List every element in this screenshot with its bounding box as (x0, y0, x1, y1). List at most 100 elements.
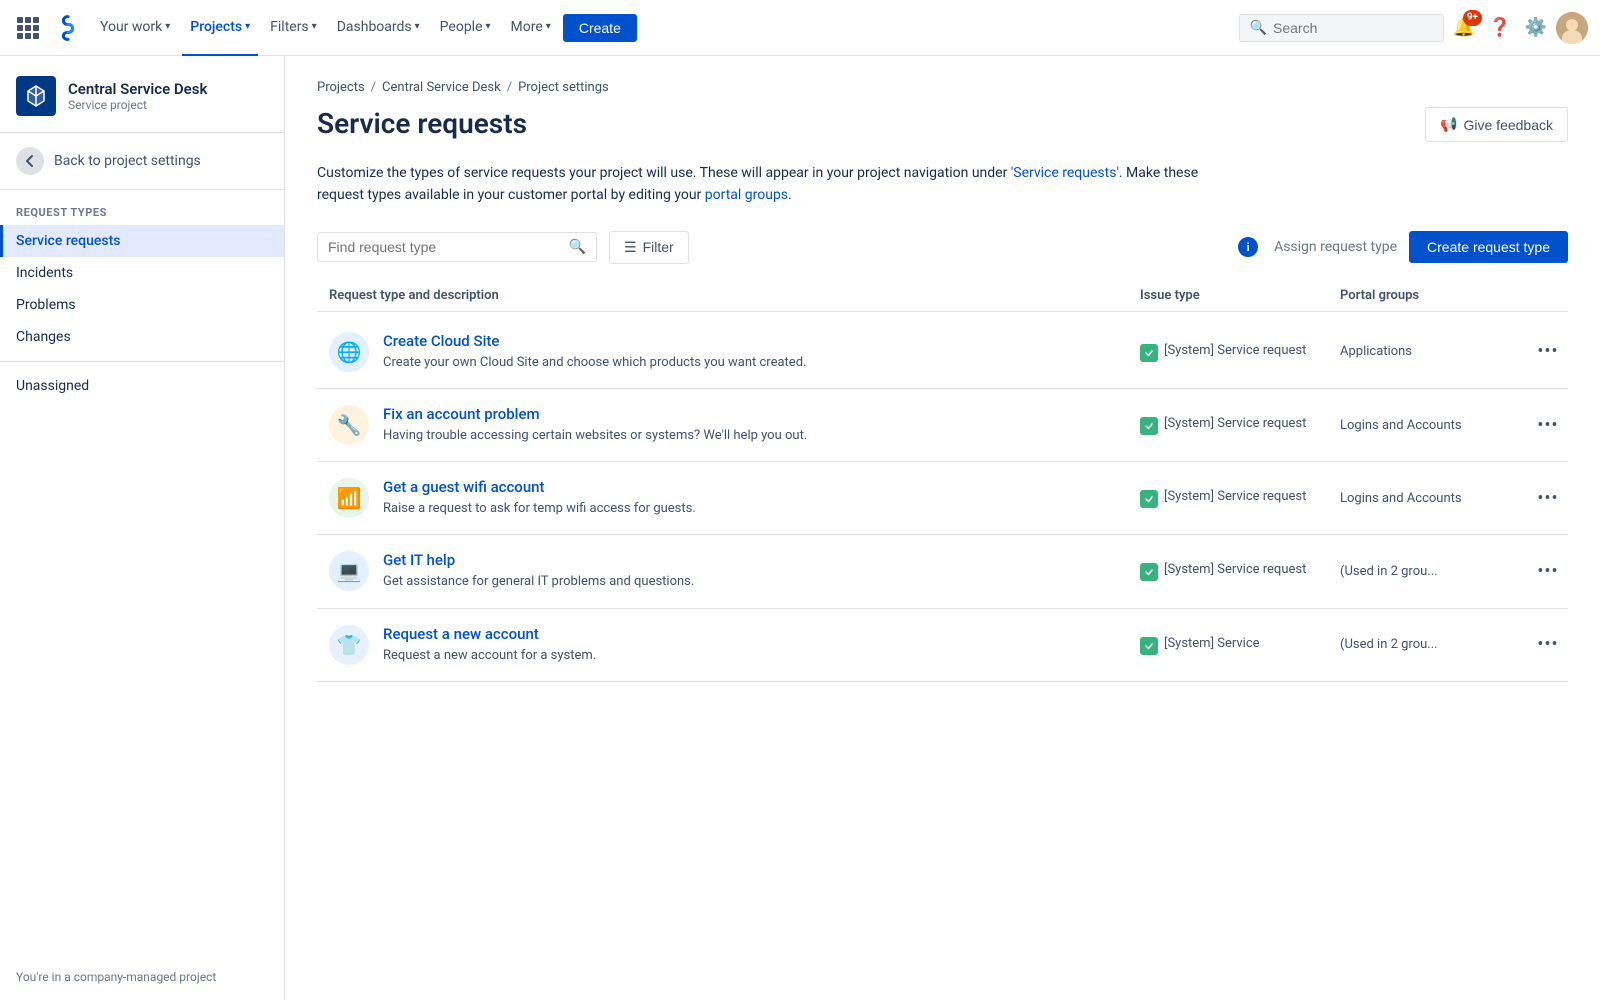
search-input[interactable] (1273, 20, 1433, 36)
request-types-section-label: REQUEST TYPES (0, 190, 284, 225)
issue-label: [System] Service (1164, 635, 1260, 653)
table-row: 💻 Get IT help Get assistance for general… (317, 535, 1568, 608)
page-description: Customize the types of service requests … (317, 162, 1217, 207)
ellipsis-icon: ••• (1537, 634, 1558, 655)
chevron-down-icon: ▾ (546, 21, 551, 32)
create-button[interactable]: Create (563, 14, 637, 42)
sidebar-item-service-requests[interactable]: Service requests (0, 225, 284, 257)
portal-groups-link[interactable]: portal groups (705, 187, 788, 203)
breadcrumb-current: Project settings (518, 80, 609, 95)
page-title: Service requests (317, 107, 527, 140)
filter-button[interactable]: ☰ Filter (609, 231, 689, 264)
back-icon (16, 147, 44, 175)
avatar[interactable] (1556, 12, 1588, 44)
ellipsis-icon: ••• (1537, 415, 1558, 436)
table-row: 🌐 Create Cloud Site Create your own Clou… (317, 316, 1568, 389)
nav-people[interactable]: People ▾ (432, 0, 499, 56)
table-row: 📶 Get a guest wifi account Raise a reque… (317, 462, 1568, 535)
ellipsis-icon: ••• (1537, 561, 1558, 582)
row-issue-type: [System] Service request (1128, 415, 1328, 435)
settings-button[interactable]: ⚙️ (1520, 12, 1552, 44)
nav-your-work[interactable]: Your work ▾ (92, 0, 178, 56)
issue-label: [System] Service request (1164, 415, 1306, 433)
row-title[interactable]: Get a guest wifi account (383, 478, 696, 496)
filter-icon: ☰ (624, 239, 637, 256)
service-requests-link[interactable]: 'Service requests' (1011, 165, 1119, 181)
issue-label: [System] Service request (1164, 488, 1306, 506)
row-desc: Create your own Cloud Site and choose wh… (383, 354, 806, 372)
row-issue-type: [System] Service (1128, 635, 1328, 655)
issue-type-icon (1140, 563, 1158, 581)
global-search[interactable]: 🔍 (1239, 14, 1444, 42)
row-desc: Request a new account for a system. (383, 647, 596, 665)
row-title[interactable]: Get IT help (383, 551, 694, 569)
row-title[interactable]: Create Cloud Site (383, 332, 806, 350)
grid-icon (17, 17, 39, 39)
row-actions-menu[interactable]: ••• (1528, 415, 1568, 436)
project-type: Service project (68, 98, 207, 112)
topnav: Your work ▾ Projects ▾ Filters ▾ Dashboa… (0, 0, 1600, 56)
row-main-0: 🌐 Create Cloud Site Create your own Clou… (317, 332, 1128, 372)
chevron-down-icon: ▾ (165, 21, 170, 32)
row-actions-menu[interactable]: ••• (1528, 488, 1568, 509)
request-type-search[interactable]: 🔍 (317, 232, 597, 262)
gear-icon: ⚙️ (1525, 17, 1547, 38)
row-type-icon: 🔧 (329, 405, 369, 445)
nav-projects[interactable]: Projects ▾ (182, 0, 258, 56)
nav-dashboards[interactable]: Dashboards ▾ (329, 0, 428, 56)
sidebar-item-problems[interactable]: Problems (0, 289, 284, 321)
notifications-button[interactable]: 🔔 9+ (1448, 12, 1480, 44)
toolbar: 🔍 ☰ Filter i Assign request type Create … (317, 231, 1568, 264)
ellipsis-icon: ••• (1537, 341, 1558, 362)
row-main-3: 💻 Get IT help Get assistance for general… (317, 551, 1128, 591)
table-row: 👕 Request a new account Request a new ac… (317, 609, 1568, 682)
app-body: Central Service Desk Service project Bac… (0, 56, 1600, 1000)
topnav-icons: 🔔 9+ ❓ ⚙️ (1448, 12, 1588, 44)
issue-type-icon (1140, 637, 1158, 655)
megaphone-icon: 📢 (1440, 116, 1457, 133)
logo[interactable] (52, 12, 84, 44)
help-button[interactable]: ❓ (1484, 12, 1516, 44)
table-row: 🔧 Fix an account problem Having trouble … (317, 389, 1568, 462)
find-request-type-input[interactable] (328, 239, 563, 255)
row-actions-menu[interactable]: ••• (1528, 561, 1568, 582)
col-portal-groups: Portal groups (1328, 288, 1528, 303)
row-portal-groups: Logins and Accounts (1328, 491, 1528, 506)
row-issue-type: [System] Service request (1128, 342, 1328, 362)
back-to-project-settings[interactable]: Back to project settings (0, 133, 284, 190)
sidebar-nav: Service requestsIncidentsProblemsChanges… (0, 225, 284, 402)
sidebar-item-unassigned[interactable]: Unassigned (0, 370, 284, 402)
row-title[interactable]: Request a new account (383, 625, 596, 643)
row-actions-menu[interactable]: ••• (1528, 341, 1568, 362)
breadcrumb-projects[interactable]: Projects (317, 80, 365, 95)
col-request-type: Request type and description (317, 288, 1128, 303)
page-header: Service requests 📢 Give feedback (317, 107, 1568, 142)
row-portal-groups: Applications (1328, 344, 1528, 359)
grid-menu-btn[interactable] (12, 12, 44, 44)
create-request-type-button[interactable]: Create request type (1409, 231, 1568, 263)
row-type-icon: 👕 (329, 625, 369, 665)
give-feedback-button[interactable]: 📢 Give feedback (1425, 107, 1568, 142)
nav-more[interactable]: More ▾ (503, 0, 559, 56)
sidebar-item-changes[interactable]: Changes (0, 321, 284, 353)
nav-filters[interactable]: Filters ▾ (262, 0, 325, 56)
chevron-down-icon: ▾ (415, 21, 420, 32)
ellipsis-icon: ••• (1537, 488, 1558, 509)
issue-type-icon (1140, 490, 1158, 508)
row-main-2: 📶 Get a guest wifi account Raise a reque… (317, 478, 1128, 518)
row-title[interactable]: Fix an account problem (383, 405, 807, 423)
table-header: Request type and description Issue type … (317, 280, 1568, 312)
info-icon[interactable]: i (1238, 237, 1258, 257)
row-desc: Raise a request to ask for temp wifi acc… (383, 500, 696, 518)
row-actions-menu[interactable]: ••• (1528, 634, 1568, 655)
row-portal-groups: (Used in 2 grou... (1328, 637, 1528, 652)
project-info: Central Service Desk Service project (68, 80, 207, 112)
assign-request-type-btn[interactable]: Assign request type (1274, 239, 1397, 255)
row-main-1: 🔧 Fix an account problem Having trouble … (317, 405, 1128, 445)
breadcrumb: Projects / Central Service Desk / Projec… (317, 80, 1568, 95)
issue-type-icon (1140, 417, 1158, 435)
project-name: Central Service Desk (68, 80, 207, 98)
project-icon (16, 76, 56, 116)
breadcrumb-project[interactable]: Central Service Desk (382, 80, 501, 95)
sidebar-item-incidents[interactable]: Incidents (0, 257, 284, 289)
